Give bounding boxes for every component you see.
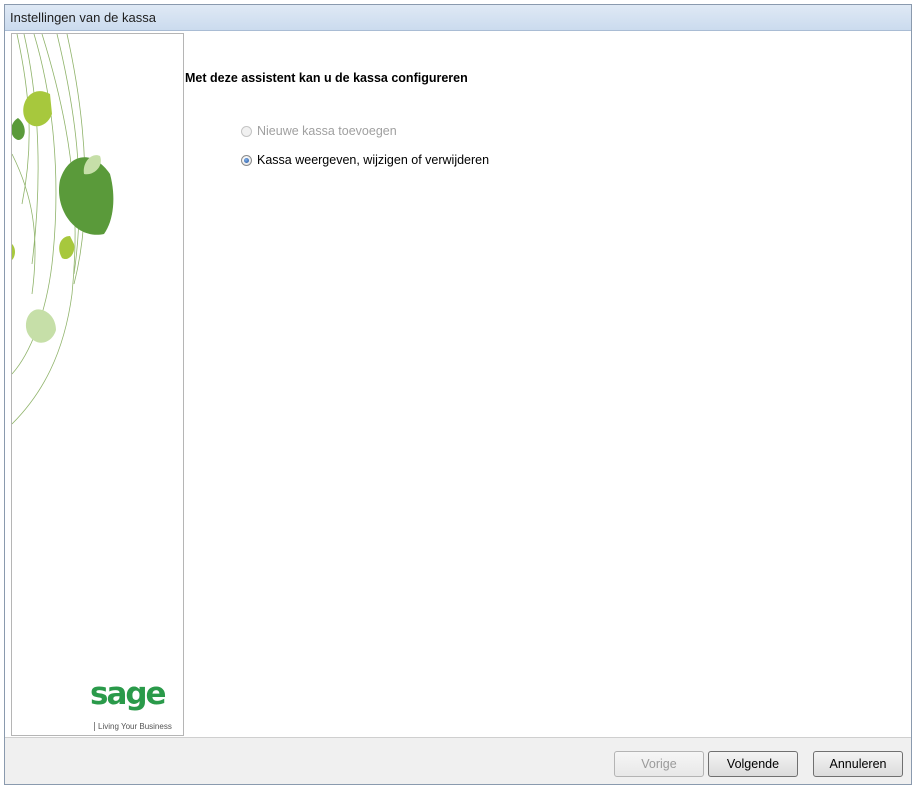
leaf-decoration-icon — [12, 34, 114, 425]
next-button[interactable]: Volgende — [708, 751, 798, 777]
radio-button[interactable] — [241, 154, 252, 166]
wizard-window: Instellingen van de kassa sage Living Yo… — [4, 4, 912, 785]
sage-logo: sage — [90, 676, 167, 712]
radio-label: Kassa weergeven, wijzigen of verwijderen — [257, 153, 490, 167]
wizard-sidebar: sage Living Your Business — [11, 33, 184, 736]
radio-label: Nieuwe kassa toevoegen — [257, 124, 397, 138]
radio-option-view-edit-register[interactable]: Kassa weergeven, wijzigen of verwijderen — [241, 153, 489, 167]
cancel-button[interactable]: Annuleren — [813, 751, 903, 777]
wizard-footer: Vorige Volgende Annuleren — [5, 737, 911, 784]
back-button[interactable]: Vorige — [614, 751, 704, 777]
title-bar: Instellingen van de kassa — [5, 5, 911, 31]
page-title: Met deze assistent kan u de kassa config… — [185, 71, 468, 85]
window-title: Instellingen van de kassa — [10, 10, 156, 25]
radio-option-new-register[interactable]: Nieuwe kassa toevoegen — [241, 124, 397, 138]
radio-button[interactable] — [241, 125, 252, 137]
logo-tagline: Living Your Business — [94, 722, 172, 731]
wizard-content: Met deze assistent kan u de kassa config… — [185, 33, 909, 736]
